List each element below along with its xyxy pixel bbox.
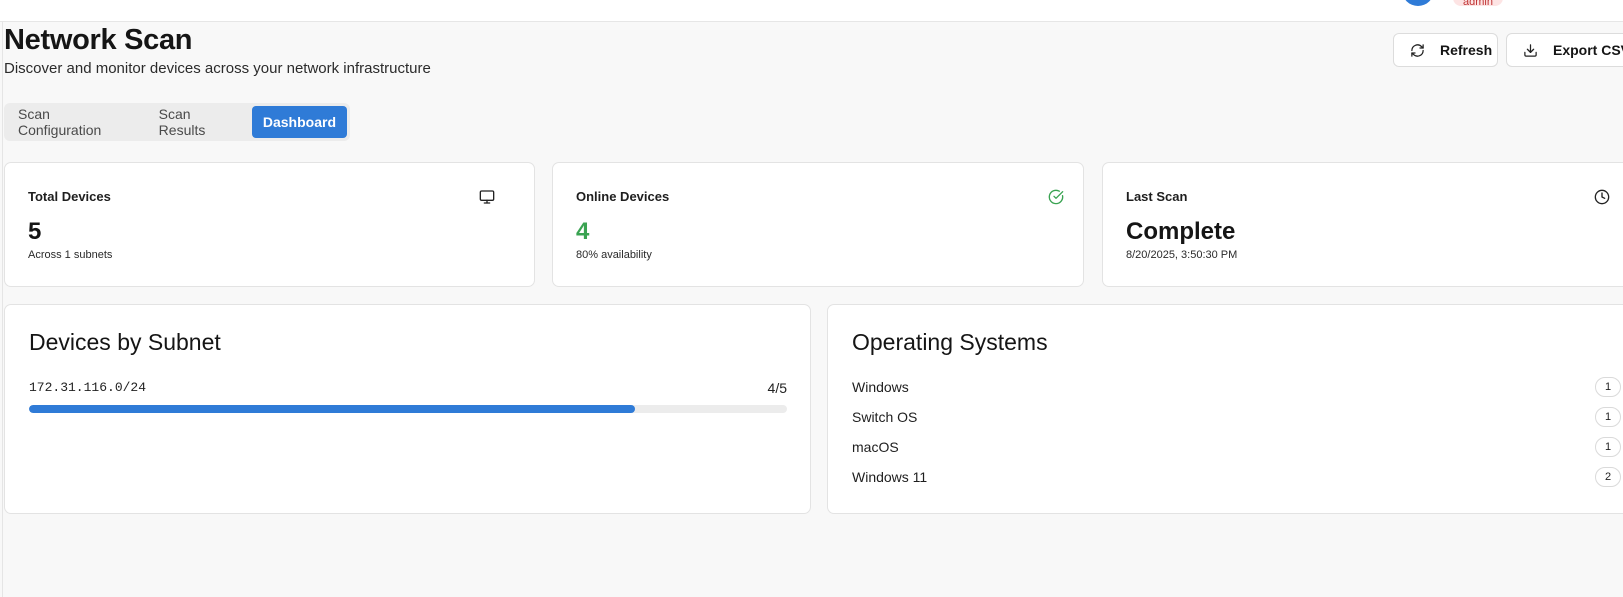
list-item: macOS 1	[852, 437, 1621, 467]
operating-systems-panel: Operating Systems Windows 1 Switch OS 1 …	[827, 304, 1623, 514]
os-count-badge: 1	[1595, 377, 1621, 397]
stat-subtext: Across 1 subnets	[28, 249, 113, 261]
stat-label: Last Scan	[1126, 189, 1188, 204]
tab-scan-results[interactable]: Scan Results	[148, 106, 252, 138]
panel-title: Devices by Subnet	[29, 329, 221, 355]
subnet-progress-fill	[29, 405, 636, 413]
refresh-button[interactable]: Refresh	[1393, 33, 1498, 67]
subnet-cidr: 172.31.116.0/24	[29, 380, 147, 395]
export-csv-label: Export CSV	[1553, 42, 1623, 58]
page-title: Network Scan	[4, 24, 193, 56]
os-list: Windows 1 Switch OS 1 macOS 1 Windows 11…	[852, 377, 1621, 497]
page-subtitle: Discover and monitor devices across your…	[4, 60, 431, 77]
export-csv-button[interactable]: Export CSV	[1506, 33, 1623, 67]
list-item: Switch OS 1	[852, 407, 1621, 437]
os-count-badge: 1	[1595, 407, 1621, 427]
os-name: macOS	[852, 439, 899, 455]
subnet-progress-track	[29, 405, 787, 413]
role-badge: admin	[1453, 0, 1503, 6]
monitor-icon	[479, 189, 495, 205]
sidebar-divider	[2, 21, 3, 597]
stat-label: Total Devices	[28, 189, 111, 204]
tab-dashboard[interactable]: Dashboard	[251, 106, 347, 138]
os-name: Windows 11	[852, 469, 928, 485]
os-count-badge: 2	[1595, 467, 1621, 487]
devices-by-subnet-panel: Devices by Subnet 172.31.116.0/24 4/5	[4, 304, 811, 514]
tab-scan-configuration[interactable]: Scan Configuration	[7, 106, 148, 138]
os-name: Switch OS	[852, 409, 918, 425]
check-circle-icon	[1048, 189, 1064, 205]
total-devices-card: Total Devices 5 Across 1 subnets	[4, 162, 535, 287]
panel-title: Operating Systems	[852, 329, 1048, 355]
top-bar	[0, 0, 1623, 22]
list-item: Windows 1	[852, 377, 1621, 407]
last-scan-card: Last Scan Complete 8/20/2025, 3:50:30 PM	[1102, 162, 1623, 287]
download-icon	[1521, 41, 1539, 59]
refresh-icon	[1408, 41, 1426, 59]
stat-value: 4	[576, 218, 590, 245]
stat-value: 5	[28, 218, 42, 245]
os-name: Windows	[852, 379, 909, 395]
refresh-label: Refresh	[1440, 42, 1493, 58]
list-item: Windows 11 2	[852, 467, 1621, 497]
os-count-badge: 1	[1595, 437, 1621, 457]
clock-icon	[1594, 189, 1610, 205]
online-devices-card: Online Devices 4 80% availability	[552, 162, 1084, 287]
subnet-count: 4/5	[767, 380, 787, 396]
stat-label: Online Devices	[576, 189, 670, 204]
stat-value: Complete	[1126, 218, 1236, 245]
stat-subtext: 8/20/2025, 3:50:30 PM	[1126, 249, 1238, 261]
stat-subtext: 80% availability	[576, 249, 652, 261]
tab-list: Scan Configuration Scan Results Dashboar…	[4, 103, 350, 141]
